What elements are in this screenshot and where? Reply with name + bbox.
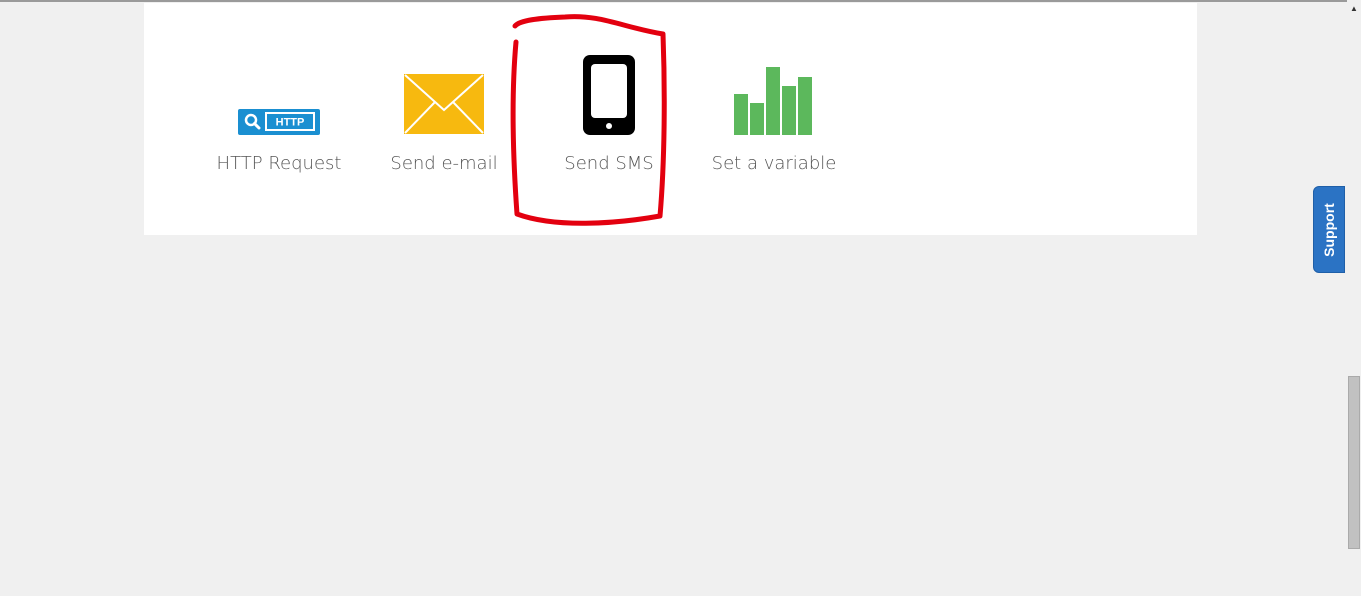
envelope-icon xyxy=(403,50,485,135)
action-label: HTTP Request xyxy=(216,153,342,174)
http-icon-text: HTTP xyxy=(276,117,305,129)
action-send-sms[interactable]: Send SMS xyxy=(534,50,684,190)
support-label: Support xyxy=(1321,202,1337,257)
action-send-email[interactable]: Send e-mail xyxy=(369,50,519,190)
action-set-variable[interactable]: Set a variable xyxy=(699,50,849,190)
action-label: Set a variable xyxy=(711,153,837,174)
action-label: Send e-mail xyxy=(390,153,498,174)
scrollbar-thumb[interactable] xyxy=(1348,376,1360,549)
http-icon: HTTP xyxy=(238,50,320,135)
page-top-border xyxy=(0,0,1347,2)
support-button[interactable]: Support xyxy=(1313,186,1345,273)
action-http-request[interactable]: HTTP HTTP Request xyxy=(204,50,354,190)
action-label: Send SMS xyxy=(564,153,654,174)
scroll-up-arrow-icon[interactable]: ▲ xyxy=(1347,0,1361,17)
phone-icon xyxy=(583,50,635,135)
bar-chart-icon xyxy=(734,50,814,135)
